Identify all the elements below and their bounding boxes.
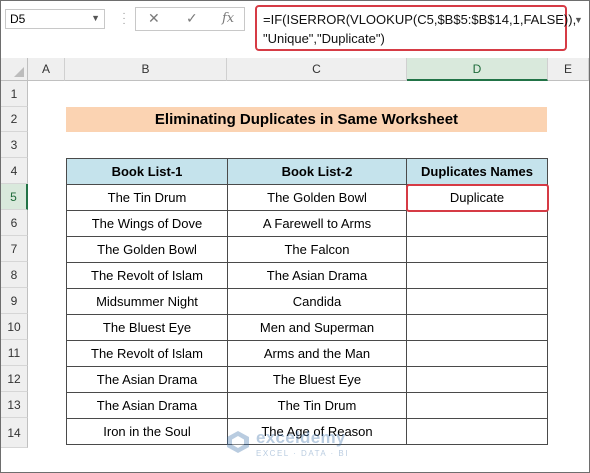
- cell-d8[interactable]: [406, 262, 548, 289]
- cell-c7[interactable]: The Falcon: [227, 236, 407, 263]
- cell-d11[interactable]: [406, 340, 548, 367]
- header-duplicates-names[interactable]: Duplicates Names: [406, 158, 548, 185]
- cell-c8[interactable]: The Asian Drama: [227, 262, 407, 289]
- sheet-title[interactable]: Eliminating Duplicates in Same Worksheet: [66, 107, 547, 132]
- select-all-button[interactable]: [1, 58, 28, 81]
- cell-c13[interactable]: The Tin Drum: [227, 392, 407, 419]
- table-row: The Golden Bowl The Falcon: [66, 236, 548, 263]
- expand-formula-bar-icon[interactable]: ▼: [574, 15, 583, 25]
- cell-b6[interactable]: The Wings of Dove: [66, 210, 228, 237]
- table-row: The Asian Drama The Tin Drum: [66, 392, 548, 419]
- cell-b5[interactable]: The Tin Drum: [66, 184, 228, 211]
- cell-b9[interactable]: Midsummer Night: [66, 288, 228, 315]
- row-header-13[interactable]: 13: [1, 392, 28, 418]
- table-row: The Bluest Eye Men and Superman: [66, 314, 548, 341]
- cell-d6[interactable]: [406, 210, 548, 237]
- table-row: The Wings of Dove A Farewell to Arms: [66, 210, 548, 237]
- cell-c5[interactable]: The Golden Bowl: [227, 184, 407, 211]
- header-book-list-2[interactable]: Book List-2: [227, 158, 407, 185]
- formula-buttons: ✕ ✓ fx: [135, 7, 245, 31]
- cell-c9[interactable]: Candida: [227, 288, 407, 315]
- row-header-9[interactable]: 9: [1, 288, 28, 314]
- cell-b7[interactable]: The Golden Bowl: [66, 236, 228, 263]
- grip-icon[interactable]: · · ·: [122, 9, 126, 29]
- table-row: The Revolt of Islam Arms and the Man: [66, 340, 548, 367]
- cell-b8[interactable]: The Revolt of Islam: [66, 262, 228, 289]
- formula-input[interactable]: =IF(ISERROR(VLOOKUP(C5,$B$5:$B$14,1,FALS…: [255, 5, 576, 51]
- table-row: The Tin Drum The Golden Bowl Duplicate: [66, 184, 548, 211]
- cancel-icon[interactable]: ✕: [148, 10, 160, 27]
- row-header-5[interactable]: 5: [1, 184, 28, 210]
- header-book-list-1[interactable]: Book List-1: [66, 158, 228, 185]
- column-header-d[interactable]: D: [407, 58, 548, 81]
- row-header-14[interactable]: 14: [1, 418, 28, 448]
- column-header-b[interactable]: B: [65, 58, 227, 81]
- select-all-icon: [14, 67, 24, 77]
- row-header-12[interactable]: 12: [1, 366, 28, 392]
- watermark: exceldemy EXCEL · DATA · BI: [226, 428, 396, 462]
- cell-b13[interactable]: The Asian Drama: [66, 392, 228, 419]
- row-header-7[interactable]: 7: [1, 236, 28, 262]
- table-row: Midsummer Night Candida: [66, 288, 548, 315]
- insert-function-icon[interactable]: fx: [222, 11, 234, 26]
- name-box[interactable]: D5 ▼: [5, 9, 105, 29]
- column-header-e[interactable]: E: [548, 58, 589, 81]
- cell-d10[interactable]: [406, 314, 548, 341]
- row-header-1[interactable]: 1: [1, 81, 28, 107]
- chevron-down-icon[interactable]: ▼: [91, 13, 100, 23]
- watermark-tagline: EXCEL · DATA · BI: [256, 449, 349, 458]
- table-header-row: Book List-1 Book List-2 Duplicates Names: [66, 158, 548, 185]
- exceldemy-logo-icon: [227, 431, 249, 453]
- cell-d7[interactable]: [406, 236, 548, 263]
- cell-c6[interactable]: A Farewell to Arms: [227, 210, 407, 237]
- row-header-2[interactable]: 2: [1, 107, 28, 132]
- cell-c11[interactable]: Arms and the Man: [227, 340, 407, 367]
- table-row: The Revolt of Islam The Asian Drama: [66, 262, 548, 289]
- cell-d5[interactable]: Duplicate: [406, 184, 548, 211]
- book-list-table: Book List-1 Book List-2 Duplicates Names…: [66, 158, 548, 445]
- cell-c10[interactable]: Men and Superman: [227, 314, 407, 341]
- formula-bar: D5 ▼ · · · ✕ ✓ fx =IF(ISERROR(VLOOKUP(C5,$…: [1, 1, 589, 55]
- row-header-4[interactable]: 4: [1, 158, 28, 184]
- name-box-value: D5: [10, 12, 26, 26]
- formula-line-1: =IF(ISERROR(VLOOKUP(C5,$B$5:$B$14,1,FALS…: [263, 12, 577, 27]
- row-header-3[interactable]: 3: [1, 132, 28, 158]
- cell-d13[interactable]: [406, 392, 548, 419]
- cell-b12[interactable]: The Asian Drama: [66, 366, 228, 393]
- formula-line-2: "Unique","Duplicate"): [263, 31, 385, 46]
- cell-c12[interactable]: The Bluest Eye: [227, 366, 407, 393]
- cell-b14[interactable]: Iron in the Soul: [66, 418, 228, 445]
- cell-d12[interactable]: [406, 366, 548, 393]
- row-header-6[interactable]: 6: [1, 210, 28, 236]
- row-header-8[interactable]: 8: [1, 262, 28, 288]
- column-header-a[interactable]: A: [28, 58, 65, 81]
- cell-d14[interactable]: [406, 418, 548, 445]
- enter-icon[interactable]: ✓: [186, 10, 198, 27]
- row-header-10[interactable]: 10: [1, 314, 28, 340]
- row-header-11[interactable]: 11: [1, 340, 28, 366]
- cell-b11[interactable]: The Revolt of Islam: [66, 340, 228, 367]
- table-row: The Asian Drama The Bluest Eye: [66, 366, 548, 393]
- column-header-c[interactable]: C: [227, 58, 407, 81]
- cell-b10[interactable]: The Bluest Eye: [66, 314, 228, 341]
- cell-d9[interactable]: [406, 288, 548, 315]
- watermark-name: exceldemy: [256, 428, 346, 447]
